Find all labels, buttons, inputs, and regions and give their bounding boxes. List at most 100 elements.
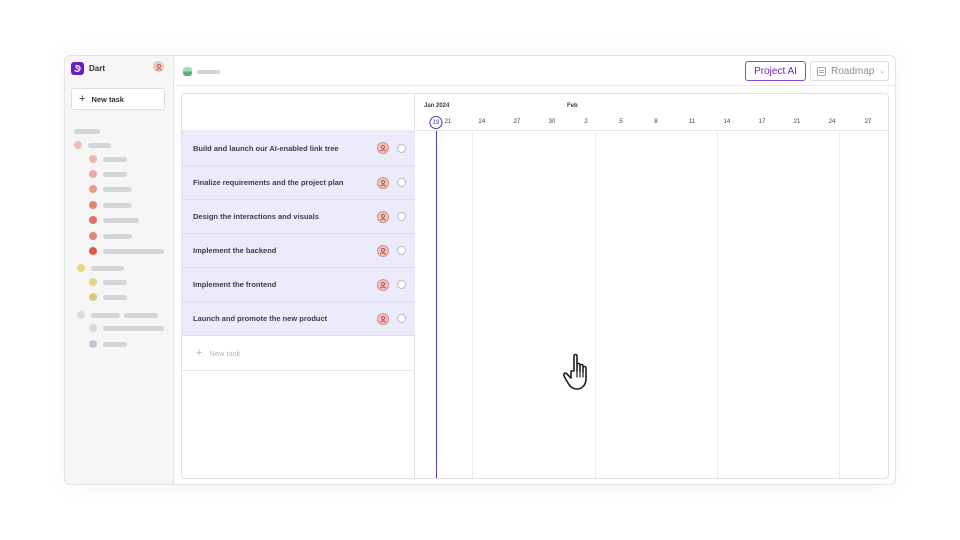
new-task-button-label: New task	[91, 94, 124, 104]
status-circle-icon[interactable]	[397, 314, 406, 323]
week-gridline	[839, 131, 840, 478]
color-dot-icon	[89, 185, 97, 193]
hand-cursor-icon	[562, 353, 587, 390]
day-label: 17	[758, 119, 766, 125]
color-dot-icon	[89, 247, 97, 255]
color-dot-icon	[74, 141, 82, 149]
plus-icon: +	[196, 346, 203, 359]
color-dot-icon	[77, 264, 85, 272]
task-title[interactable]: Finalize requirements and the project pl…	[193, 178, 343, 187]
add-task-label: New task	[209, 348, 241, 358]
sidebar-item[interactable]	[89, 340, 127, 348]
plus-icon: +	[79, 92, 86, 105]
workspace-name: Dart	[89, 63, 106, 73]
new-task-button[interactable]: + New task	[71, 88, 165, 110]
view-selector-button[interactable]: Roadmap ⌄	[810, 61, 889, 81]
color-dot-icon	[89, 170, 97, 178]
color-dot-icon	[77, 311, 85, 319]
status-circle-icon[interactable]	[397, 212, 406, 221]
timeline-header: Jan 2024 Feb 19 21 24 27 30 2 5 8 11 14 …	[416, 94, 888, 131]
task-title[interactable]: Implement the frontend	[193, 280, 276, 289]
assignee-avatar-icon[interactable]	[377, 142, 389, 154]
app-window: Dart + New task Project AI Roadmap ⌄ Bui…	[64, 55, 896, 485]
color-dot-icon	[89, 155, 97, 163]
assignee-avatar-icon[interactable]	[377, 176, 389, 189]
week-gridline	[717, 131, 718, 478]
sidebar: Dart + New task	[65, 56, 174, 484]
sidebar-item[interactable]	[89, 216, 139, 224]
month-label: Feb	[567, 103, 578, 109]
color-dot-icon	[89, 201, 97, 209]
day-label: 24	[828, 119, 836, 125]
sidebar-item[interactable]	[89, 155, 127, 163]
task-row[interactable]: Finalize requirements and the project pl…	[182, 166, 415, 200]
color-dot-icon	[89, 278, 97, 286]
sidebar-item[interactable]	[74, 141, 111, 149]
timeline[interactable]: Jan 2024 Feb 19 21 24 27 30 2 5 8 11 14 …	[416, 94, 888, 478]
color-dot-icon	[89, 293, 97, 301]
sidebar-section-header	[74, 127, 100, 135]
project-ai-button[interactable]: Project AI	[745, 61, 806, 81]
color-dot-icon	[89, 324, 97, 332]
task-list-panel: Build and launch our AI-enabled link tre…	[182, 94, 415, 478]
top-bar: Project AI Roadmap ⌄	[175, 56, 895, 86]
day-label: 2	[584, 119, 588, 125]
day-label: 27	[513, 119, 521, 125]
today-marker[interactable]: 19	[429, 116, 443, 129]
day-label: 21	[444, 119, 452, 125]
sidebar-item[interactable]	[89, 232, 132, 240]
sidebar-item[interactable]	[89, 170, 127, 178]
status-circle-icon[interactable]	[397, 143, 406, 153]
month-label: Jan 2024	[424, 103, 450, 109]
assignee-avatar-icon[interactable]	[377, 244, 389, 257]
assignee-avatar-icon[interactable]	[377, 210, 389, 223]
roadmap-board: Build and launch our AI-enabled link tre…	[181, 93, 889, 479]
space-icon	[183, 67, 192, 76]
sidebar-item[interactable]	[89, 324, 164, 332]
task-list-header	[182, 94, 414, 131]
sidebar-item[interactable]	[77, 264, 124, 272]
week-gridline	[472, 131, 473, 478]
day-label: 21	[793, 119, 801, 125]
task-row[interactable]: Design the interactions and visuals	[182, 200, 415, 234]
day-label: 30	[548, 119, 556, 125]
user-avatar[interactable]	[153, 61, 164, 72]
task-row[interactable]: Implement the backend	[182, 234, 415, 268]
sidebar-item[interactable]	[89, 201, 132, 209]
breadcrumb[interactable]	[197, 70, 220, 74]
add-task-row[interactable]: + New task	[182, 336, 415, 371]
sidebar-item[interactable]	[89, 185, 132, 193]
roadmap-icon	[817, 66, 826, 76]
color-dot-icon	[89, 232, 97, 240]
assignee-avatar-icon[interactable]	[377, 312, 389, 325]
dart-logo-icon	[71, 61, 84, 75]
status-circle-icon[interactable]	[397, 178, 406, 187]
sidebar-item[interactable]	[89, 293, 127, 301]
day-label: 11	[688, 119, 696, 125]
workspace-switcher[interactable]: Dart	[71, 60, 105, 76]
task-title[interactable]: Implement the backend	[193, 246, 276, 255]
day-label: 24	[478, 119, 486, 125]
color-dot-icon	[89, 340, 97, 348]
week-gridline	[595, 131, 596, 478]
task-row[interactable]: Launch and promote the new product	[182, 302, 415, 336]
task-row[interactable]: Build and launch our AI-enabled link tre…	[182, 131, 415, 166]
task-title[interactable]: Design the interactions and visuals	[193, 212, 319, 221]
day-label: 14	[723, 119, 731, 125]
view-selector-label: Roadmap	[831, 65, 875, 77]
status-circle-icon[interactable]	[397, 280, 406, 289]
today-line	[436, 131, 437, 478]
task-row[interactable]: Implement the frontend	[182, 268, 415, 302]
sidebar-item[interactable]	[77, 311, 158, 319]
assignee-avatar-icon[interactable]	[377, 278, 389, 291]
task-title[interactable]: Launch and promote the new product	[193, 314, 327, 323]
sidebar-item[interactable]	[89, 247, 164, 255]
chevron-down-icon: ⌄	[879, 68, 886, 75]
color-dot-icon	[89, 216, 97, 224]
task-title[interactable]: Build and launch our AI-enabled link tre…	[193, 144, 339, 153]
day-label: 8	[654, 119, 658, 125]
sidebar-item[interactable]	[89, 278, 127, 286]
day-label: 27	[864, 119, 872, 125]
day-label: 5	[619, 119, 623, 125]
status-circle-icon[interactable]	[397, 246, 406, 255]
